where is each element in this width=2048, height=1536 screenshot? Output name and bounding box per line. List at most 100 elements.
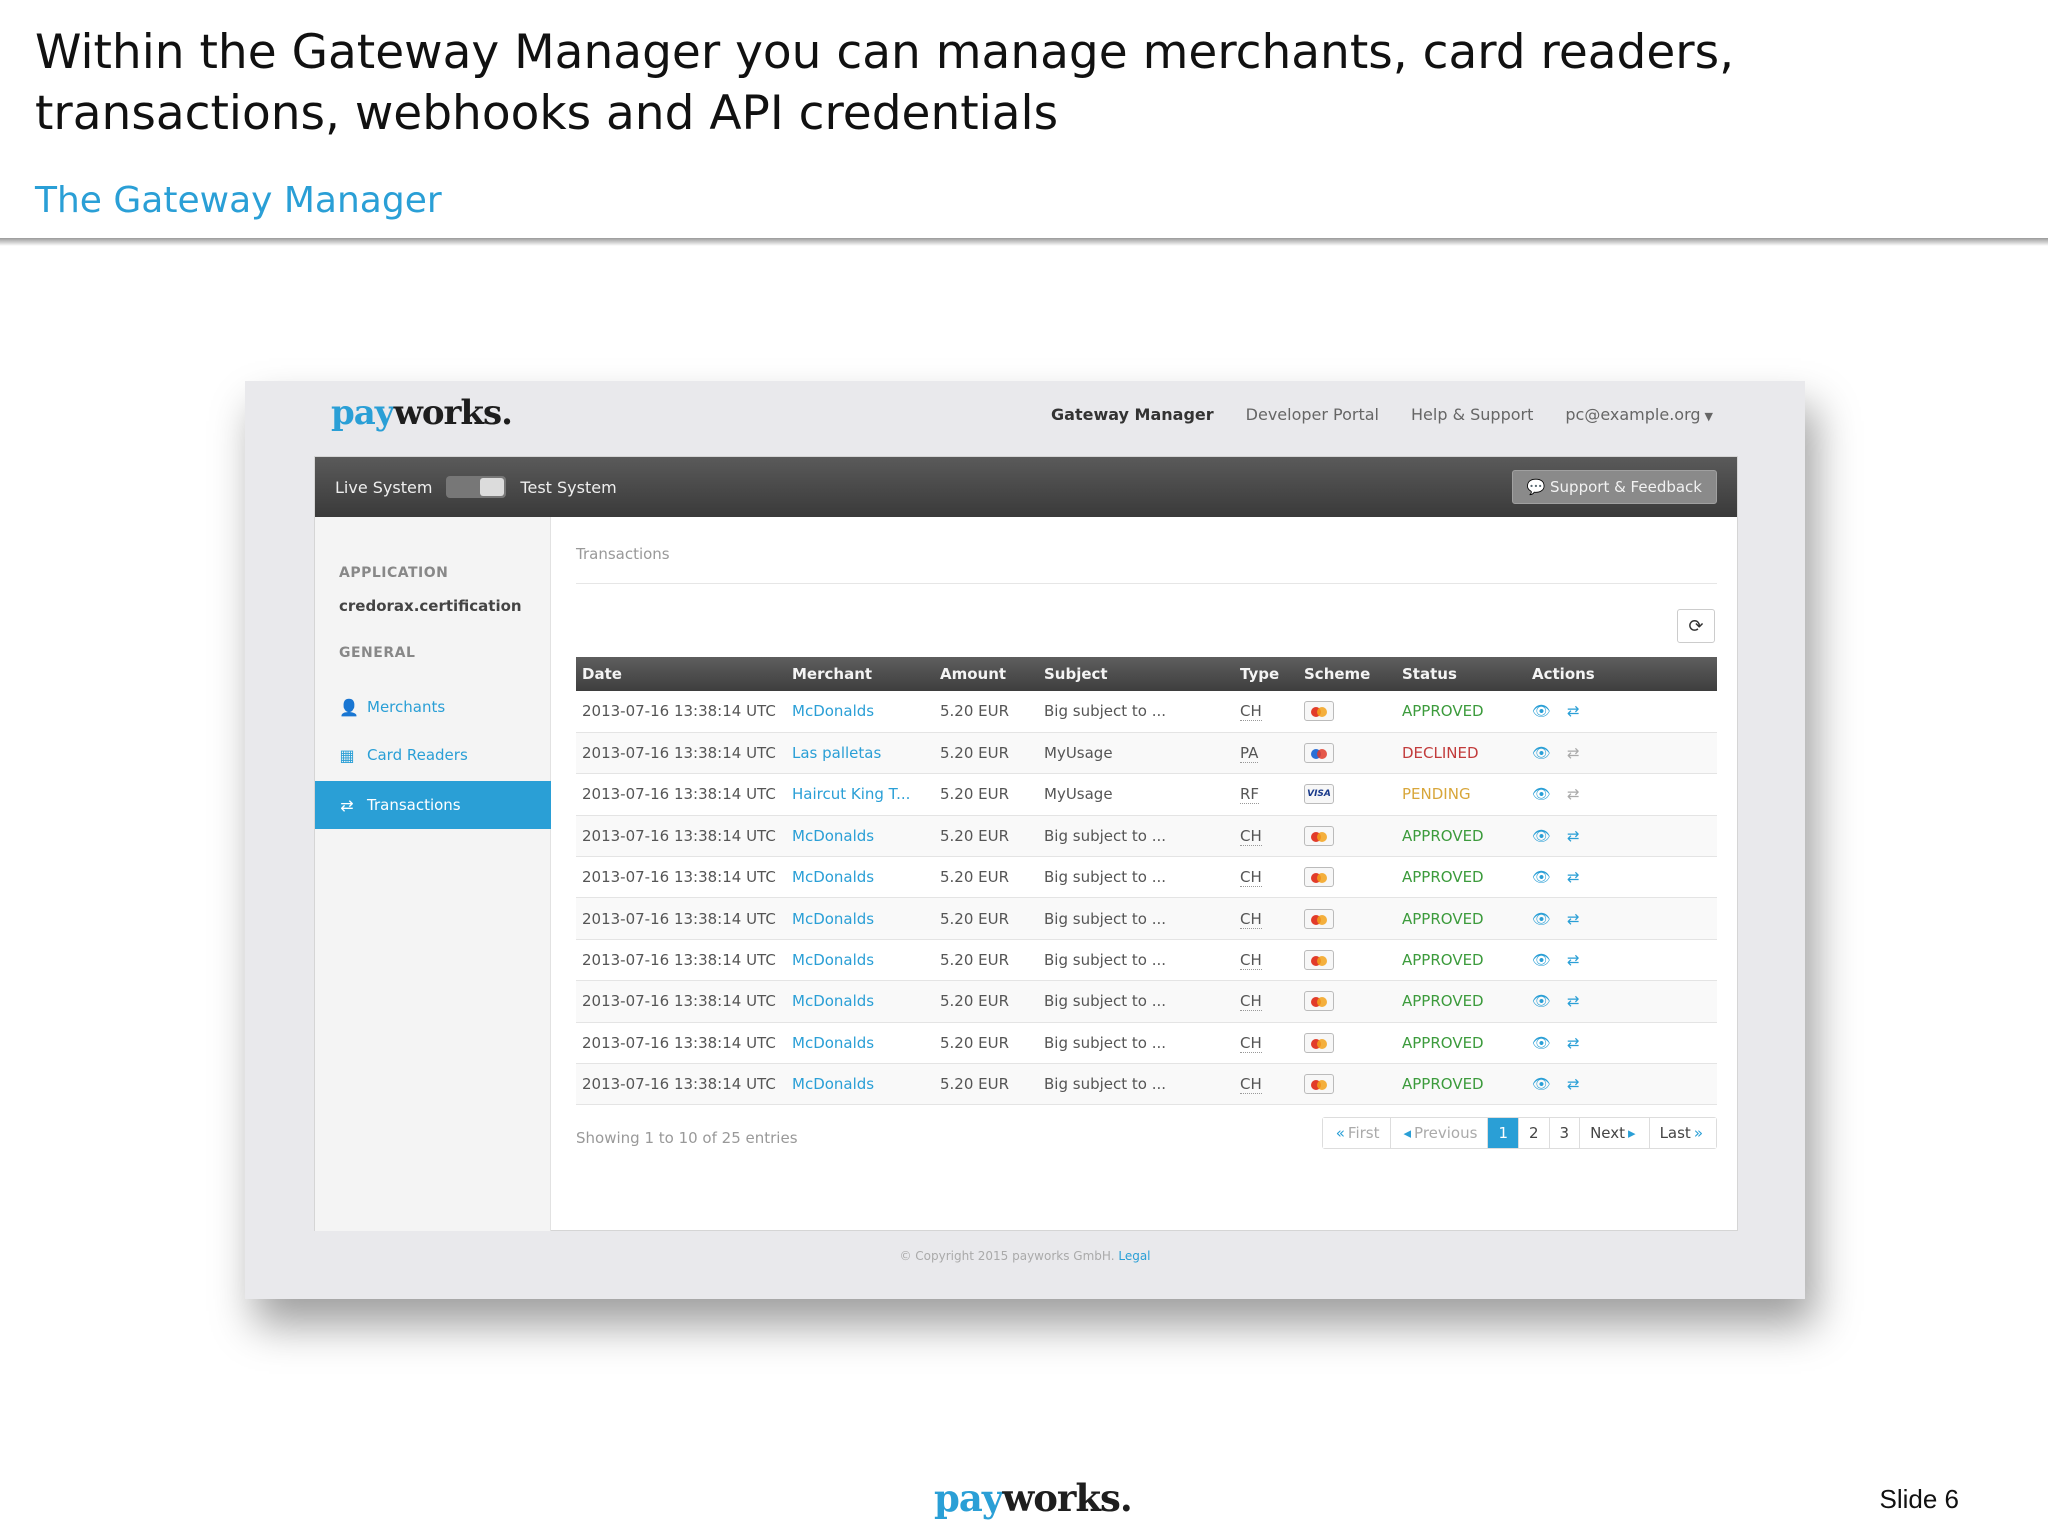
cell-subject: Big subject to ... [1038,1063,1234,1106]
user-icon: 👤 [339,697,359,717]
view-eye-icon[interactable]: 👁 [1532,910,1551,928]
legal-link[interactable]: Legal [1118,1249,1150,1263]
col-merchant[interactable]: Merchant [786,657,934,691]
view-eye-icon[interactable]: 👁 [1532,1075,1551,1093]
cell-amount: 5.20 EUR [934,773,1038,816]
cell-type: CH [1234,897,1298,940]
cell-merchant-link[interactable]: Las palletas [786,732,934,775]
cell-merchant-link[interactable]: McDonalds [786,939,934,982]
cell-merchant-link[interactable]: McDonalds [786,980,934,1023]
refund-exchange-icon[interactable]: ⇄ [1567,744,1580,762]
cell-scheme [1298,897,1396,940]
view-eye-icon[interactable]: 👁 [1532,868,1551,886]
top-navigation: Gateway Manager Developer Portal Help & … [1051,405,1713,424]
copyright: © Copyright 2015 payworks GmbH. Legal [899,1249,1151,1263]
refund-exchange-icon[interactable]: ⇄ [1567,702,1580,720]
support-feedback-button[interactable]: 💬 Support & Feedback [1511,470,1717,504]
cell-actions: 👁 ⇄ [1526,856,1717,899]
sidebar-item-transactions[interactable]: ⇄ Transactions [315,781,551,829]
view-eye-icon[interactable]: 👁 [1532,744,1551,762]
cell-merchant-link[interactable]: McDonalds [786,691,934,733]
status-badge: DECLINED [1396,732,1526,775]
view-eye-icon[interactable]: 👁 [1532,702,1551,720]
cell-merchant-link[interactable]: McDonalds [786,815,934,858]
cell-actions: 👁 ⇄ [1526,773,1717,816]
cell-amount: 5.20 EUR [934,939,1038,982]
status-badge: APPROVED [1396,897,1526,940]
card-mc-icon [1304,701,1334,722]
cell-merchant-link[interactable]: Haircut King T... [786,773,934,816]
cell-merchant-link[interactable]: McDonalds [786,897,934,940]
sidebar-item-card-readers[interactable]: ▦ Card Readers [315,731,551,779]
refund-exchange-icon[interactable]: ⇄ [1567,951,1580,969]
system-toggle[interactable] [446,476,507,498]
refund-exchange-icon[interactable]: ⇄ [1567,868,1580,886]
sidebar: APPLICATION credorax.certification GENER… [315,517,551,1231]
view-eye-icon[interactable]: 👁 [1532,951,1551,969]
table-row[interactable]: 2013-07-16 13:38:14 UTC McDonalds 5.20 EUR… [576,1063,1717,1106]
table-row[interactable]: 2013-07-16 13:38:14 UTC McDonalds 5.20 EUR… [576,815,1717,858]
page-3-button[interactable]: 3 [1549,1118,1581,1148]
cell-date: 2013-07-16 13:38:14 UTC [576,691,786,733]
view-eye-icon[interactable]: 👁 [1532,1034,1551,1052]
page-1-button[interactable]: 1 [1488,1118,1519,1148]
cell-date: 2013-07-16 13:38:14 UTC [576,897,786,940]
payworks-logo[interactable]: payworks. [331,393,513,433]
sidebar-item-merchants[interactable]: 👤 Merchants [315,683,551,731]
card-visa-icon: VISA [1304,784,1334,805]
table-row[interactable]: 2013-07-16 13:38:14 UTC McDonalds 5.20 EUR… [576,691,1717,733]
view-eye-icon[interactable]: 👁 [1532,785,1551,803]
cell-subject: Big subject to ... [1038,897,1234,940]
cell-merchant-link[interactable]: McDonalds [786,856,934,899]
col-type[interactable]: Type [1234,657,1298,691]
table-row[interactable]: 2013-07-16 13:38:14 UTC McDonalds 5.20 EUR… [576,1022,1717,1065]
cell-scheme [1298,1063,1396,1106]
app-window: Live System Test System 💬 Support & Feed… [314,456,1738,1231]
cell-date: 2013-07-16 13:38:14 UTC [576,1063,786,1106]
nav-gateway-manager[interactable]: Gateway Manager [1051,405,1214,424]
refund-exchange-icon[interactable]: ⇄ [1567,910,1580,928]
system-bar: Live System Test System 💬 Support & Feed… [315,457,1737,517]
page-2-button[interactable]: 2 [1518,1118,1550,1148]
status-badge: APPROVED [1396,691,1526,733]
slide-subtitle: The Gateway Manager [35,180,442,221]
cell-type: PA [1234,732,1298,775]
cell-subject: Big subject to ... [1038,939,1234,982]
page-last-button[interactable]: Last» [1649,1118,1716,1148]
cell-type: CH [1234,691,1298,733]
live-system-label: Live System [335,477,433,497]
cell-scheme [1298,939,1396,982]
page-previous-button[interactable]: ◂ Previous [1390,1118,1489,1148]
page-first-button[interactable]: «First [1322,1118,1391,1148]
col-scheme[interactable]: Scheme [1298,657,1396,691]
col-status[interactable]: Status [1396,657,1526,691]
refresh-button[interactable]: ⟳ [1677,609,1715,643]
table-row[interactable]: 2013-07-16 13:38:14 UTC McDonalds 5.20 EUR… [576,856,1717,899]
table-row[interactable]: 2013-07-16 13:38:14 UTC Las palletas 5.20 … [576,732,1717,775]
col-subject[interactable]: Subject [1038,657,1234,691]
refund-exchange-icon[interactable]: ⇄ [1567,992,1580,1010]
refund-exchange-icon[interactable]: ⇄ [1567,1034,1580,1052]
account-menu[interactable]: pc@example.org ▼ [1565,405,1713,424]
refund-exchange-icon[interactable]: ⇄ [1567,827,1580,845]
cell-merchant-link[interactable]: McDonalds [786,1063,934,1106]
breadcrumb[interactable]: Transactions [576,545,670,563]
table-row[interactable]: 2013-07-16 13:38:14 UTC McDonalds 5.20 EUR… [576,980,1717,1023]
col-date[interactable]: Date [576,657,786,691]
nav-developer-portal[interactable]: Developer Portal [1246,405,1379,424]
page-next-button[interactable]: Next ▸ [1580,1118,1650,1148]
table-body: 2013-07-16 13:38:14 UTC McDonalds 5.20 EUR… [576,691,1717,1106]
cell-scheme [1298,980,1396,1023]
col-amount[interactable]: Amount [934,657,1038,691]
view-eye-icon[interactable]: 👁 [1532,827,1551,845]
table-row[interactable]: 2013-07-16 13:38:14 UTC McDonalds 5.20 EUR… [576,897,1717,940]
table-row[interactable]: 2013-07-16 13:38:14 UTC Haircut King T...… [576,773,1717,816]
refund-exchange-icon[interactable]: ⇄ [1567,1075,1580,1093]
card-mc-icon [1304,1032,1334,1053]
nav-help-support[interactable]: Help & Support [1411,405,1533,424]
cell-merchant-link[interactable]: McDonalds [786,1022,934,1065]
cell-actions: 👁 ⇄ [1526,691,1717,733]
refund-exchange-icon[interactable]: ⇄ [1567,785,1580,803]
view-eye-icon[interactable]: 👁 [1532,992,1551,1010]
table-row[interactable]: 2013-07-16 13:38:14 UTC McDonalds 5.20 EUR… [576,939,1717,982]
